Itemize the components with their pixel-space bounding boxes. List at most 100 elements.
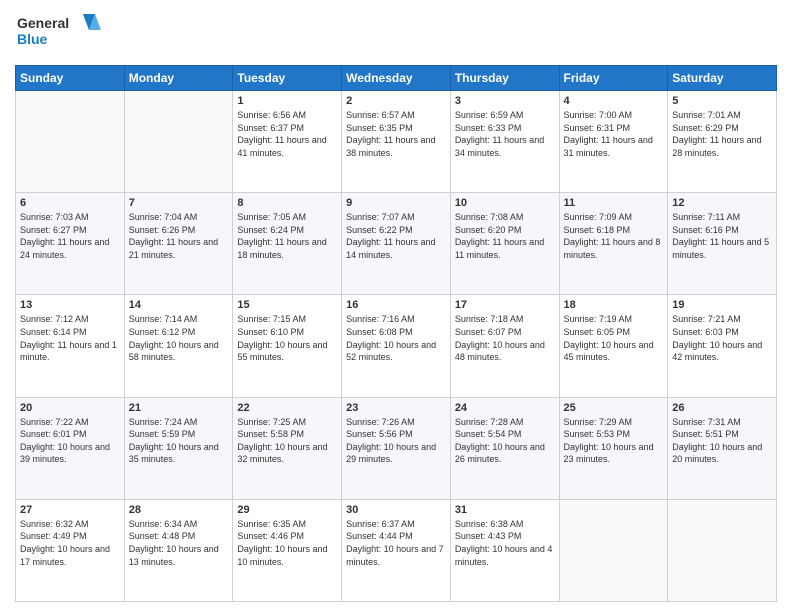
day-detail: Sunrise: 7:22 AM Sunset: 6:01 PM Dayligh… [20, 416, 120, 466]
day-number: 31 [455, 504, 555, 516]
calendar-cell: 29 Sunrise: 6:35 AM Sunset: 4:46 PM Dayli… [233, 499, 342, 601]
day-detail: Sunrise: 6:32 AM Sunset: 4:49 PM Dayligh… [20, 518, 120, 568]
day-number: 27 [20, 504, 120, 516]
day-detail: Sunrise: 7:24 AM Sunset: 5:59 PM Dayligh… [129, 416, 229, 466]
day-detail: Sunrise: 7:31 AM Sunset: 5:51 PM Dayligh… [672, 416, 772, 466]
calendar-cell: 26Sunrise: 7:31 AM Sunset: 5:51 PM Dayli… [668, 397, 777, 499]
weekday-header-wednesday: Wednesday [342, 66, 451, 91]
day-detail: Sunrise: 7:15 AM Sunset: 6:10 PM Dayligh… [237, 313, 337, 363]
calendar-week-2: 6Sunrise: 7:03 AM Sunset: 6:27 PM Daylig… [16, 193, 777, 295]
day-number: 22 [237, 402, 337, 414]
day-number: 2 [346, 95, 446, 107]
day-detail: Sunrise: 7:07 AM Sunset: 6:22 PM Dayligh… [346, 211, 446, 261]
day-number: 8 [237, 197, 337, 209]
calendar-cell: 14 Sunrise: 7:14 AM Sunset: 6:12 PM Dayli… [124, 295, 233, 397]
calendar-week-4: 20 Sunrise: 7:22 AM Sunset: 6:01 PM Dayli… [16, 397, 777, 499]
calendar-cell: 4Sunrise: 7:00 AM Sunset: 6:31 PM Daylig… [559, 91, 668, 193]
day-number: 16 [346, 299, 446, 311]
day-number: 1 [237, 95, 337, 107]
day-number: 21 [129, 402, 229, 414]
day-number: 5 [672, 95, 772, 107]
calendar-cell [668, 499, 777, 601]
day-number: 14 [129, 299, 229, 311]
calendar-week-5: 27 Sunrise: 6:32 AM Sunset: 4:49 PM Dayli… [16, 499, 777, 601]
calendar-cell: 12 Sunrise: 7:11 AM Sunset: 6:16 PM Dayli… [668, 193, 777, 295]
day-detail: Sunrise: 6:59 AM Sunset: 6:33 PM Dayligh… [455, 109, 555, 159]
calendar-cell: 31 Sunrise: 6:38 AM Sunset: 4:43 PM Dayli… [450, 499, 559, 601]
calendar-cell: 21 Sunrise: 7:24 AM Sunset: 5:59 PM Dayli… [124, 397, 233, 499]
day-number: 30 [346, 504, 446, 516]
weekday-header-tuesday: Tuesday [233, 66, 342, 91]
calendar-cell: 27 Sunrise: 6:32 AM Sunset: 4:49 PM Dayli… [16, 499, 125, 601]
day-detail: Sunrise: 7:14 AM Sunset: 6:12 PM Dayligh… [129, 313, 229, 363]
calendar-cell: 3 Sunrise: 6:59 AM Sunset: 6:33 PM Daylig… [450, 91, 559, 193]
svg-text:Blue: Blue [17, 31, 48, 47]
day-detail: Sunrise: 7:05 AM Sunset: 6:24 PM Dayligh… [237, 211, 337, 261]
calendar-cell: 6Sunrise: 7:03 AM Sunset: 6:27 PM Daylig… [16, 193, 125, 295]
weekday-header-monday: Monday [124, 66, 233, 91]
day-number: 23 [346, 402, 446, 414]
day-detail: Sunrise: 6:37 AM Sunset: 4:44 PM Dayligh… [346, 518, 446, 568]
day-number: 19 [672, 299, 772, 311]
day-detail: Sunrise: 7:29 AM Sunset: 5:53 PM Dayligh… [564, 416, 664, 466]
weekday-header-friday: Friday [559, 66, 668, 91]
day-number: 9 [346, 197, 446, 209]
day-number: 18 [564, 299, 664, 311]
calendar-table: SundayMondayTuesdayWednesdayThursdayFrid… [15, 65, 777, 602]
calendar-cell: 24Sunrise: 7:28 AM Sunset: 5:54 PM Dayli… [450, 397, 559, 499]
day-number: 17 [455, 299, 555, 311]
day-detail: Sunrise: 7:08 AM Sunset: 6:20 PM Dayligh… [455, 211, 555, 261]
day-detail: Sunrise: 7:16 AM Sunset: 6:08 PM Dayligh… [346, 313, 446, 363]
day-detail: Sunrise: 6:56 AM Sunset: 6:37 PM Dayligh… [237, 109, 337, 159]
day-number: 13 [20, 299, 120, 311]
calendar-cell: 1 Sunrise: 6:56 AM Sunset: 6:37 PM Daylig… [233, 91, 342, 193]
calendar-cell: 16 Sunrise: 7:16 AM Sunset: 6:08 PM Dayli… [342, 295, 451, 397]
day-detail: Sunrise: 6:38 AM Sunset: 4:43 PM Dayligh… [455, 518, 555, 568]
day-number: 15 [237, 299, 337, 311]
calendar-cell: 28 Sunrise: 6:34 AM Sunset: 4:48 PM Dayli… [124, 499, 233, 601]
calendar-cell: 25Sunrise: 7:29 AM Sunset: 5:53 PM Dayli… [559, 397, 668, 499]
day-number: 10 [455, 197, 555, 209]
calendar-week-1: 1 Sunrise: 6:56 AM Sunset: 6:37 PM Daylig… [16, 91, 777, 193]
calendar-cell: 5Sunrise: 7:01 AM Sunset: 6:29 PM Daylig… [668, 91, 777, 193]
day-detail: Sunrise: 6:34 AM Sunset: 4:48 PM Dayligh… [129, 518, 229, 568]
day-detail: Sunrise: 7:03 AM Sunset: 6:27 PM Dayligh… [20, 211, 120, 261]
weekday-header-row: SundayMondayTuesdayWednesdayThursdayFrid… [16, 66, 777, 91]
day-number: 3 [455, 95, 555, 107]
calendar-cell: 2 Sunrise: 6:57 AM Sunset: 6:35 PM Daylig… [342, 91, 451, 193]
day-detail: Sunrise: 6:57 AM Sunset: 6:35 PM Dayligh… [346, 109, 446, 159]
calendar-cell [124, 91, 233, 193]
day-detail: Sunrise: 6:35 AM Sunset: 4:46 PM Dayligh… [237, 518, 337, 568]
day-number: 7 [129, 197, 229, 209]
calendar-cell: 18Sunrise: 7:19 AM Sunset: 6:05 PM Dayli… [559, 295, 668, 397]
weekday-header-saturday: Saturday [668, 66, 777, 91]
calendar-cell: 22 Sunrise: 7:25 AM Sunset: 5:58 PM Dayli… [233, 397, 342, 499]
day-number: 28 [129, 504, 229, 516]
day-number: 24 [455, 402, 555, 414]
day-number: 12 [672, 197, 772, 209]
day-detail: Sunrise: 7:21 AM Sunset: 6:03 PM Dayligh… [672, 313, 772, 363]
day-detail: Sunrise: 7:04 AM Sunset: 6:26 PM Dayligh… [129, 211, 229, 261]
calendar-cell: 10 Sunrise: 7:08 AM Sunset: 6:20 PM Dayli… [450, 193, 559, 295]
calendar-cell: 15 Sunrise: 7:15 AM Sunset: 6:10 PM Dayli… [233, 295, 342, 397]
svg-text:General: General [17, 15, 69, 31]
day-detail: Sunrise: 7:12 AM Sunset: 6:14 PM Dayligh… [20, 313, 120, 363]
calendar-cell: 17Sunrise: 7:18 AM Sunset: 6:07 PM Dayli… [450, 295, 559, 397]
calendar-cell: 8 Sunrise: 7:05 AM Sunset: 6:24 PM Daylig… [233, 193, 342, 295]
day-number: 20 [20, 402, 120, 414]
calendar-cell [16, 91, 125, 193]
calendar-cell: 20 Sunrise: 7:22 AM Sunset: 6:01 PM Dayli… [16, 397, 125, 499]
header: General Blue [15, 10, 777, 57]
day-detail: Sunrise: 7:25 AM Sunset: 5:58 PM Dayligh… [237, 416, 337, 466]
page: General Blue SundayMondayTuesdayWednesda… [0, 0, 792, 612]
day-detail: Sunrise: 7:11 AM Sunset: 6:16 PM Dayligh… [672, 211, 772, 261]
calendar-cell: 13 Sunrise: 7:12 AM Sunset: 6:14 PM Dayli… [16, 295, 125, 397]
calendar-cell: 9 Sunrise: 7:07 AM Sunset: 6:22 PM Daylig… [342, 193, 451, 295]
day-detail: Sunrise: 7:26 AM Sunset: 5:56 PM Dayligh… [346, 416, 446, 466]
calendar-week-3: 13 Sunrise: 7:12 AM Sunset: 6:14 PM Dayli… [16, 295, 777, 397]
calendar-cell [559, 499, 668, 601]
calendar-cell: 11Sunrise: 7:09 AM Sunset: 6:18 PM Dayli… [559, 193, 668, 295]
day-number: 29 [237, 504, 337, 516]
logo: General Blue [15, 10, 105, 57]
calendar-cell: 30 Sunrise: 6:37 AM Sunset: 4:44 PM Dayli… [342, 499, 451, 601]
